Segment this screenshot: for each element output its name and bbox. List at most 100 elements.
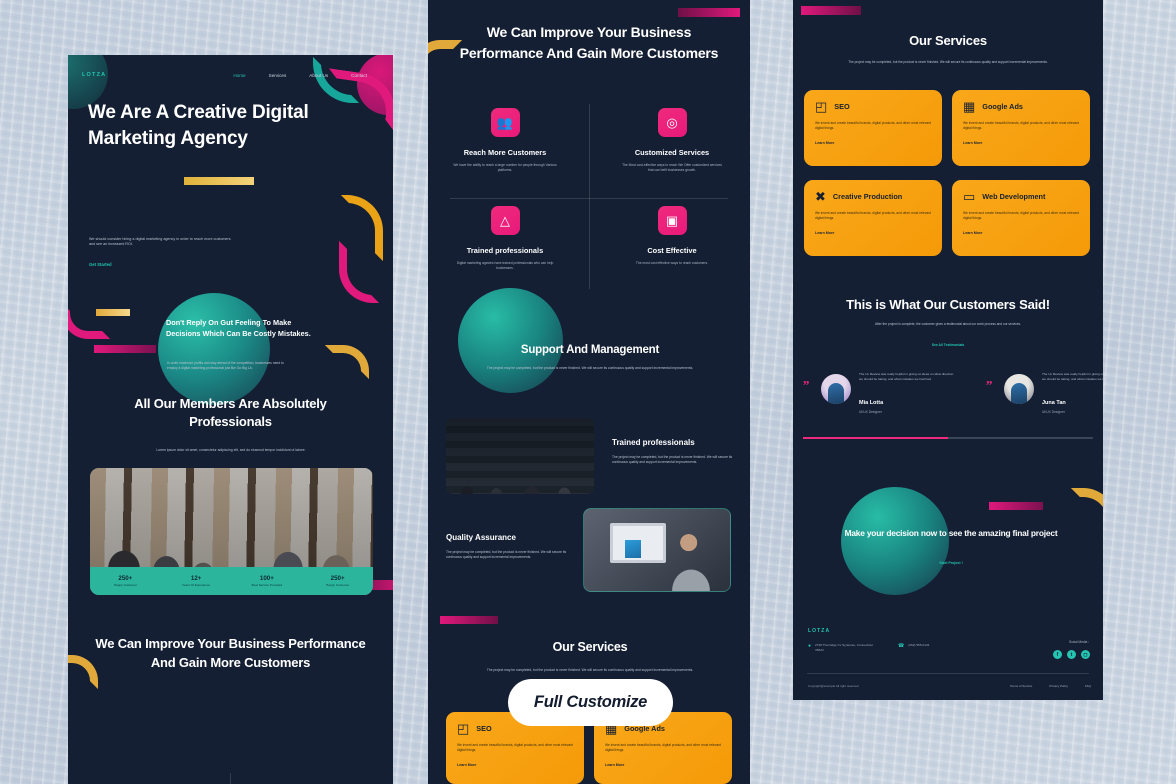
footer-socials: f t ◻ [1053,650,1090,659]
avatar [1004,374,1034,404]
cta-title: Make your decision now to see the amazin… [844,528,1058,538]
service-body: We invent and create beautiful brands, d… [963,121,1079,131]
deco-gold-hook2 [325,345,369,379]
facebook-icon[interactable]: f [1053,650,1062,659]
service-name: Creative Production [832,192,903,201]
stat-value: 250+ [118,574,133,582]
server-icon: ▦ [963,99,976,114]
deco-gold-hook [428,40,462,78]
services-title: Our Services [909,33,987,48]
support-block-body: The project may be completed, but the pr… [446,550,567,560]
service-card-web-development[interactable]: ▭ Web Development We invent and create b… [952,180,1090,256]
testimonial-quote: The Ux Review was really helpful in givi… [859,372,954,381]
money-icon: ▣ [657,206,687,235]
divider-horizontal [450,198,728,199]
service-card-google-ads[interactable]: ▦ Google Ads We invent and create beauti… [952,90,1090,166]
learn-more-link[interactable]: Learn More [963,231,1079,235]
service-body: We invent and create beautiful brands, d… [963,211,1079,221]
hero-panel: LOTZA Home Services About Us Contact We … [68,55,393,784]
services-title-mid: Our Services [552,640,628,654]
support-block-body: The project may be completed, but the pr… [612,455,733,465]
service-card-seo[interactable]: ◰ SEO We invent and create beautiful bra… [804,90,942,166]
support-block-title: Quality Assurance [446,533,516,542]
learn-more-link[interactable]: Learn More [815,231,931,235]
image-icon: ◰ [457,721,470,736]
feature-title: Reach More Customers [463,148,547,157]
divider-vertical [589,104,590,289]
feature-customized-services: ◎ Customized Services The Most cost-effe… [602,108,742,173]
office-photo [446,418,594,494]
services-subtitle: The project may be completed, but the pr… [848,60,1048,64]
service-name: SEO [834,102,850,111]
improve-title: We Can Improve Your Business Performance… [95,636,366,670]
footer-copyright: Copyright@example All right reserved [808,684,859,688]
footer-address-text: 2728 Thornidge Cv Syracuse, Connecticut … [815,643,874,652]
stats-bar: 250+ Happy Customer 12+ Years Of Experie… [90,567,373,595]
footer-link-faq[interactable]: FAQ [1085,684,1091,688]
target-icon: ◎ [657,108,687,137]
quote-icon: „ [986,371,993,386]
learn-more-link[interactable]: Learn More [605,763,721,767]
feature-trained-professionals: △ Trained professionals Digital marketin… [435,206,575,271]
rocket-icon: △ [490,206,520,235]
tools-icon: ✖ [815,189,826,204]
deco-left-pink-hook [68,303,110,339]
learn-more-link[interactable]: Learn More [457,763,573,767]
testimonial-card: „ The Ux Review was really helpful in gi… [803,368,953,428]
feature-title: Trained professionals [466,246,544,255]
team-people-overlay [90,495,373,569]
stat-label: Best Service Provided [251,583,283,588]
hero-subtitle: We should consider hiring a digital mark… [89,237,231,247]
learn-more-link[interactable]: Learn More [815,141,931,145]
footer-link-privacy[interactable]: Privacy Policy [1049,684,1068,688]
feature-body: Digital marketing agecies have trained p… [456,261,554,271]
brand-logo[interactable]: LOTZA [82,72,106,78]
service-header: ✖ Creative Production [815,190,931,203]
testimonial-progress-bar[interactable] [803,437,1093,439]
testimonial-role: UI/UX Designer [1042,410,1065,414]
image-icon: ◰ [815,99,828,114]
testimonials-title: This is What Our Customers Said! [846,297,1050,312]
footer-links: Terms of Service Privacy Policy FAQ [1010,684,1091,688]
support-subtitle: The project may be completed, but the pr… [486,366,694,370]
deco-left-gold-bar [96,309,130,316]
deco-pink-bar2 [94,345,156,353]
service-card-creative-production[interactable]: ✖ Creative Production We invent and crea… [804,180,942,256]
testimonial-role: UI/UX Designer [859,410,882,414]
cta-circle [841,487,949,595]
divider-vertical [230,773,231,784]
nav-item-about[interactable]: About Us [309,73,328,78]
footer-link-terms[interactable]: Terms of Service [1010,684,1032,688]
features-panel: We Can Improve Your Business Performance… [428,0,750,784]
nav-item-home[interactable]: Home [233,73,245,78]
avatar [821,374,851,404]
footer-phone-text: (262) 555-0131 [908,643,930,647]
get-started-link[interactable]: Get Started [89,262,112,267]
deco-pink-hook [339,241,379,303]
deco-pink-bar [678,8,740,17]
footer-logo[interactable]: LOTZA [808,628,830,634]
instagram-icon[interactable]: ◻ [1081,650,1090,659]
stat-label: Happy Customer [113,583,137,588]
footer-address: ● 2728 Thornidge Cv Syracuse, Connecticu… [808,643,880,652]
nav-item-contact[interactable]: Contact [351,73,367,78]
support-circle [458,288,563,393]
learn-more-link[interactable]: Learn More [963,141,1079,145]
deco-gold-hook [1071,488,1103,550]
quote-icon: „ [803,371,810,386]
group-icon: 👥 [490,108,520,137]
full-customize-badge: Full Customize [508,679,673,726]
see-all-testimonials-link[interactable]: See All Testimonials [807,343,1089,347]
stat-value: 12+ [190,574,202,582]
twitter-icon[interactable]: t [1067,650,1076,659]
stat-item: 250+ Happy Customer [302,575,373,588]
stat-item: 12+ Years Of Experience [161,575,232,588]
nav-item-services[interactable]: Services [269,73,287,78]
team-photo-card: 250+ Happy Customer 12+ Years Of Experie… [90,468,373,595]
footer-phone: ☎ (262) 555-0131 [898,643,978,650]
stat-label: Happy Customer [326,583,350,588]
feature-title: Customized Services [634,148,710,157]
start-project-link[interactable]: Start Project ! [831,561,1071,565]
feature-cost-effective: ▣ Cost Effective The most cost effective… [602,206,742,266]
location-pin-icon: ● [808,643,812,649]
